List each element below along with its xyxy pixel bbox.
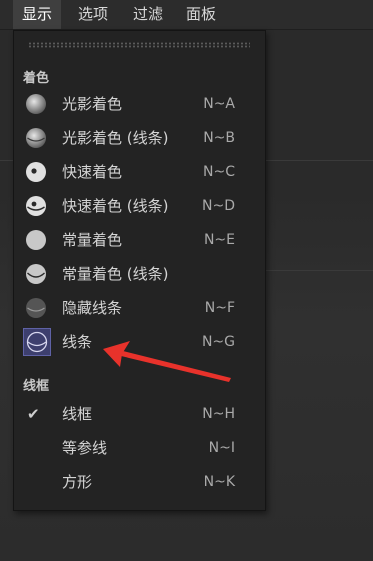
menu-item-label: 光影着色 (线条) (62, 129, 169, 147)
menu-filter[interactable]: 过滤 (124, 0, 172, 29)
lines-icon (26, 331, 48, 353)
section-header-shading: 着色 (23, 71, 50, 86)
menu-item-label: 隐藏线条 (62, 299, 123, 317)
viewport-grid-line (265, 270, 373, 271)
menu-item-lines[interactable]: 线条 N~G (14, 325, 265, 359)
menu-item-wireframe[interactable]: ✔ 线框 N~H (14, 397, 265, 431)
tear-off-handle[interactable] (28, 42, 250, 48)
menu-item-hidden-line[interactable]: 隐藏线条 N~F (14, 291, 265, 325)
gouraud-lines-icon (26, 128, 46, 148)
display-dropdown-menu: 着色 光影着色 N~A 光影着色 (线条) N~B 快速着色 N~C 快速着色 … (13, 30, 266, 511)
shortcut-label: N~E (203, 232, 235, 248)
quick-shading-icon (26, 162, 46, 182)
menu-item-constant-shading[interactable]: 常量着色 N~E (14, 223, 265, 257)
constant-lines-icon (26, 264, 46, 284)
quick-lines-icon (26, 196, 46, 216)
shortcut-label: N~I (208, 440, 235, 456)
shortcut-label: N~K (203, 474, 235, 490)
menu-item-label: 常量着色 (62, 231, 123, 249)
menu-item-quick-shading[interactable]: 快速着色 N~C (14, 155, 265, 189)
section-header-wireframe: 线框 (23, 379, 50, 394)
menu-item-box[interactable]: 方形 N~K (14, 465, 265, 499)
menu-panel[interactable]: 面板 (177, 0, 225, 29)
shortcut-label: N~H (202, 406, 235, 422)
menu-item-gouraud-shading-lines[interactable]: 光影着色 (线条) N~B (14, 121, 265, 155)
menu-item-label: 快速着色 (线条) (62, 197, 169, 215)
menu-item-quick-shading-lines[interactable]: 快速着色 (线条) N~D (14, 189, 265, 223)
checkmark-icon: ✔ (27, 405, 40, 423)
shortcut-label: N~A (203, 96, 235, 112)
shortcut-label: N~F (204, 300, 235, 316)
constant-shading-icon (26, 230, 46, 250)
gouraud-shading-icon (26, 94, 46, 114)
menu-item-constant-shading-lines[interactable]: 常量着色 (线条) (14, 257, 265, 291)
menu-item-isoparms[interactable]: 等参线 N~I (14, 431, 265, 465)
hidden-line-icon (26, 298, 46, 318)
menubar: 显示 选项 过滤 面板 (0, 0, 373, 30)
menu-item-label: 线条 (62, 333, 93, 351)
menu-item-label: 光影着色 (62, 95, 123, 113)
menu-options[interactable]: 选项 (69, 0, 117, 29)
menu-item-label: 快速着色 (62, 163, 123, 181)
shortcut-label: N~G (201, 334, 235, 350)
menu-item-gouraud-shading[interactable]: 光影着色 N~A (14, 87, 265, 121)
menu-item-label: 等参线 (62, 439, 108, 457)
menu-item-label: 线框 (62, 405, 93, 423)
menu-item-label: 方形 (62, 473, 93, 491)
shortcut-label: N~D (202, 198, 235, 214)
shortcut-label: N~B (203, 130, 235, 146)
shortcut-label: N~C (203, 164, 235, 180)
menu-display[interactable]: 显示 (13, 0, 62, 29)
menu-item-label: 常量着色 (线条) (62, 265, 169, 283)
